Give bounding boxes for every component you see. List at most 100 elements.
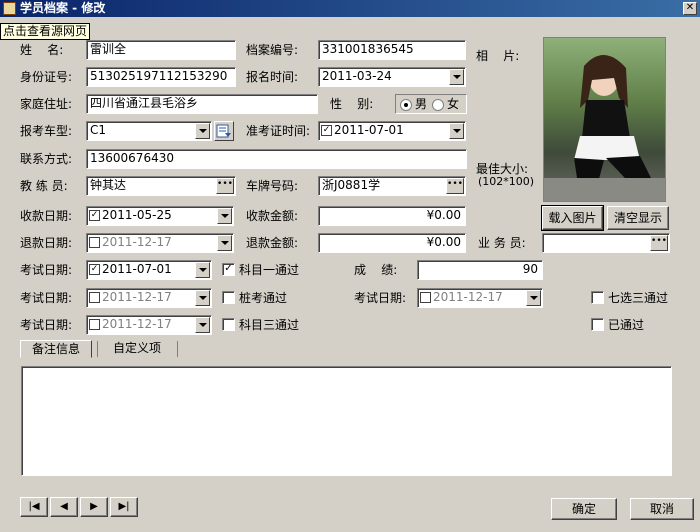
- close-icon[interactable]: ✕: [683, 2, 697, 15]
- subject1-label: 科目一通过: [239, 263, 300, 277]
- subject3-checkbox[interactable]: [222, 318, 235, 331]
- last-record-button[interactable]: ▶|: [110, 497, 138, 517]
- file-no-field[interactable]: 331001836545: [318, 40, 466, 60]
- exam1-label: 考试日期:: [20, 263, 73, 277]
- gender-male-radio[interactable]: [400, 99, 412, 111]
- photo-image: [544, 54, 665, 201]
- exam4-label: 考试日期:: [20, 318, 73, 332]
- max-size-value: (102*100): [478, 175, 535, 188]
- file-no-label: 档案编号:: [246, 43, 299, 57]
- permit-time-label: 准考证时间:: [246, 124, 311, 138]
- exam2-checkbox[interactable]: [89, 292, 100, 303]
- id-field[interactable]: 513025197112153290: [86, 67, 236, 87]
- exam1-value: 2011-07-01: [102, 262, 172, 276]
- car-type-select[interactable]: C1: [86, 121, 212, 141]
- receipt-amount-field[interactable]: ¥0.00: [318, 206, 466, 226]
- more-icon[interactable]: •••: [446, 178, 464, 194]
- gender-female-radio[interactable]: [432, 99, 444, 111]
- car-type-value: C1: [90, 123, 107, 137]
- salesman-field[interactable]: •••: [542, 233, 670, 253]
- address-field[interactable]: 四川省通江县毛浴乡: [86, 94, 318, 114]
- passed-checkbox[interactable]: [591, 318, 604, 331]
- exam2-date-select[interactable]: 2011-12-17: [86, 288, 212, 308]
- chevron-down-icon[interactable]: [195, 290, 210, 306]
- passed-label: 已通过: [608, 318, 645, 332]
- chevron-down-icon[interactable]: [217, 235, 232, 251]
- seven-label: 七选三通过: [608, 291, 669, 305]
- chevron-down-icon[interactable]: [449, 123, 464, 139]
- score-label: 成 绩:: [354, 263, 398, 277]
- exam3-value: 2011-12-17: [433, 290, 503, 304]
- exam1-date-select[interactable]: ✓ 2011-07-01: [86, 260, 212, 280]
- exam4-value: 2011-12-17: [102, 317, 172, 331]
- gender-group: 男 女: [395, 94, 467, 114]
- chevron-down-icon[interactable]: [217, 208, 232, 224]
- refund-amount-label: 退款金额:: [246, 236, 299, 250]
- chevron-down-icon[interactable]: [195, 123, 210, 139]
- subject1-checkbox[interactable]: ✓: [222, 263, 235, 276]
- gender-male-label: 男: [415, 97, 428, 111]
- receipt-date-label: 收款日期:: [20, 209, 73, 223]
- name-label: 姓 名:: [20, 43, 64, 57]
- refund-date-value: 2011-12-17: [102, 235, 172, 249]
- load-photo-button[interactable]: 载入图片: [541, 205, 604, 231]
- exam3-date-select[interactable]: 2011-12-17: [417, 288, 543, 308]
- cancel-button[interactable]: 取消: [630, 498, 694, 520]
- more-icon[interactable]: •••: [650, 235, 668, 251]
- signup-time-select[interactable]: 2011-03-24: [318, 67, 466, 87]
- next-record-button[interactable]: ▶: [80, 497, 108, 517]
- contact-field[interactable]: 13600676430: [86, 149, 467, 169]
- coach-field[interactable]: 钟其达 •••: [86, 176, 236, 196]
- chevron-down-icon[interactable]: [195, 317, 210, 333]
- tab-divider: [177, 341, 178, 357]
- tab-divider: [97, 341, 98, 357]
- receipt-date-select[interactable]: ✓ 2011-05-25: [86, 206, 234, 226]
- prev-record-button[interactable]: ◀: [50, 497, 78, 517]
- exam3-checkbox[interactable]: [420, 292, 431, 303]
- subject3-label: 科目三通过: [239, 318, 300, 332]
- permit-time-select[interactable]: ✓ 2011-07-01: [318, 121, 466, 141]
- tab-custom[interactable]: 自定义项: [100, 340, 174, 358]
- student-photo: [543, 37, 666, 202]
- receipt-date-value: 2011-05-25: [102, 208, 172, 222]
- salesman-label: 业 务 员:: [478, 236, 526, 250]
- exam1-checkbox[interactable]: ✓: [89, 264, 100, 275]
- chevron-down-icon[interactable]: [449, 69, 464, 85]
- score-field[interactable]: 90: [417, 260, 543, 280]
- pile-label: 桩考通过: [239, 291, 288, 305]
- gender-label: 性 别:: [330, 97, 374, 111]
- chevron-down-icon[interactable]: [526, 290, 541, 306]
- plate-field[interactable]: 浙J0881学 •••: [318, 176, 466, 196]
- receipt-date-checkbox[interactable]: ✓: [89, 210, 100, 221]
- name-field[interactable]: 雷训全: [86, 40, 236, 60]
- coach-value: 钟其达: [90, 178, 127, 192]
- app-icon: [3, 2, 16, 15]
- gender-female-label: 女: [447, 97, 460, 111]
- ok-button[interactable]: 确定: [551, 498, 617, 520]
- car-type-edit-button[interactable]: [214, 121, 234, 141]
- signup-time-label: 报名时间:: [246, 70, 299, 84]
- title-bar: 学员档案 - 修改 ✕: [0, 0, 700, 17]
- plate-label: 车牌号码:: [246, 179, 299, 193]
- coach-label: 教 练 员:: [20, 179, 68, 193]
- pile-checkbox[interactable]: [222, 291, 235, 304]
- tab-notes[interactable]: 备注信息: [20, 340, 92, 358]
- exam4-date-select[interactable]: 2011-12-17: [86, 315, 212, 335]
- first-record-button[interactable]: |◀: [20, 497, 48, 517]
- window-title: 学员档案 - 修改: [20, 1, 106, 15]
- chevron-down-icon[interactable]: [195, 262, 210, 278]
- permit-time-checkbox[interactable]: ✓: [321, 125, 332, 136]
- refund-date-checkbox[interactable]: [89, 237, 100, 248]
- refund-date-select[interactable]: 2011-12-17: [86, 233, 234, 253]
- plate-value: 浙J0881学: [322, 178, 381, 192]
- exam4-checkbox[interactable]: [89, 319, 100, 330]
- seven-checkbox[interactable]: [591, 291, 604, 304]
- exam2-value: 2011-12-17: [102, 290, 172, 304]
- refund-amount-field[interactable]: ¥0.00: [318, 233, 466, 253]
- notes-textarea[interactable]: [21, 366, 672, 476]
- clear-photo-button[interactable]: 清空显示: [607, 206, 669, 230]
- receipt-amount-label: 收款金额:: [246, 209, 299, 223]
- more-icon[interactable]: •••: [216, 178, 234, 194]
- car-type-label: 报考车型:: [20, 124, 73, 138]
- photo-label: 相 片:: [476, 49, 520, 63]
